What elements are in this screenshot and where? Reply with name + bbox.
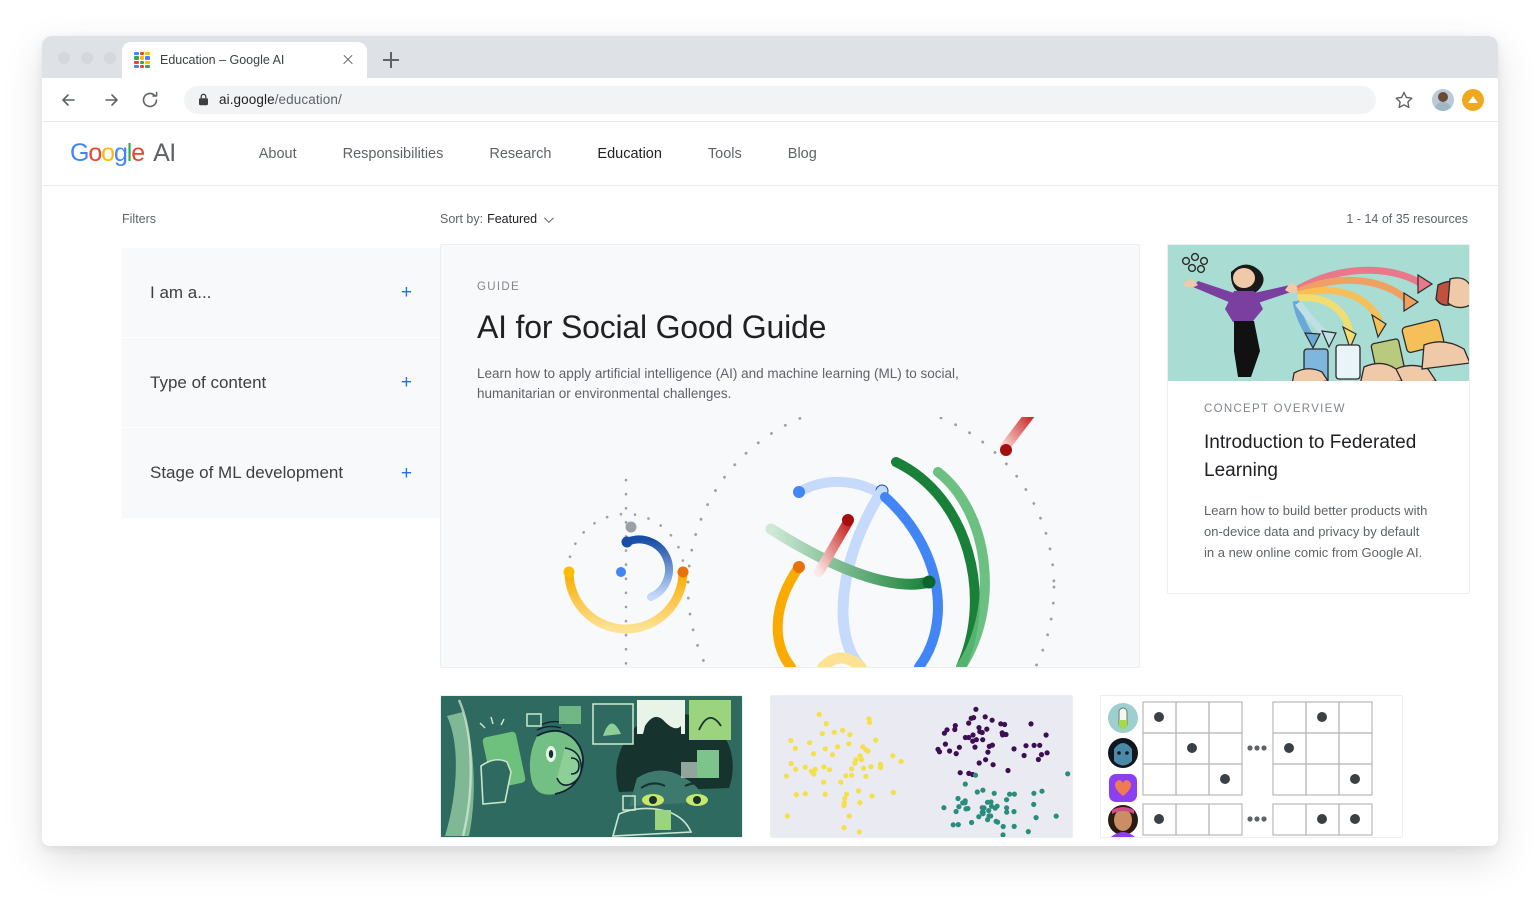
back-arrow-icon[interactable] xyxy=(56,86,84,114)
address-bar[interactable]: ai.google/education/ xyxy=(184,85,1376,114)
green-people-phones-illustration xyxy=(441,696,742,837)
featured-card-eyebrow: GUIDE xyxy=(477,281,520,293)
chevron-down-icon xyxy=(544,212,554,223)
featured-card-body: GUIDE AI for Social Good Guide Learn how… xyxy=(441,245,1139,405)
nav-item-blog[interactable]: Blog xyxy=(765,146,840,162)
scatter-plot-clusters-illustration xyxy=(771,696,1072,837)
featured-card-title: AI for Social Good Guide xyxy=(477,309,827,345)
page-body: Filters I am a... + Type of content + St… xyxy=(42,186,1498,838)
filter-label: Type of content xyxy=(150,372,267,392)
page-content: Google AI About Responsibilities Researc… xyxy=(42,122,1498,846)
side-card-eyebrow: CONCEPT OVERVIEW xyxy=(1204,403,1346,415)
filter-i-am-a[interactable]: I am a... + xyxy=(122,248,440,338)
card-row2-people-phones[interactable] xyxy=(440,695,743,838)
cards-row-1: GUIDE AI for Social Good Guide Learn how… xyxy=(440,244,1470,668)
filters-heading: Filters xyxy=(122,212,157,226)
results-count: 1 - 14 of 35 resources xyxy=(1346,212,1468,226)
nav-item-about[interactable]: About xyxy=(236,146,320,162)
card-introduction-to-federated-learning[interactable]: CONCEPT OVERVIEW Introduction to Federat… xyxy=(1167,244,1470,595)
featured-card-description: Learn how to apply artificial intelligen… xyxy=(477,366,959,402)
results-header: Sort by: Featured 1 - 14 of 35 resources xyxy=(440,212,1470,226)
expand-plus-icon[interactable]: + xyxy=(401,283,412,302)
card-row2-avatars-grid[interactable] xyxy=(1100,695,1403,838)
ai-wordmark: AI xyxy=(153,139,176,167)
forward-arrow-icon[interactable] xyxy=(96,86,124,114)
expand-plus-icon[interactable]: + xyxy=(401,464,412,483)
window-traffic-lights xyxy=(58,52,116,64)
sort-by-value: Featured xyxy=(487,212,538,226)
cards-row-2 xyxy=(440,695,1470,838)
filter-type-of-content[interactable]: Type of content + xyxy=(122,338,440,428)
federated-learning-comic-illustration xyxy=(1168,245,1469,381)
browser-toolbar: ai.google/education/ xyxy=(42,78,1498,122)
side-card-title: Introduction to Federated Learning xyxy=(1204,432,1417,481)
card-ai-for-social-good-guide[interactable]: GUIDE AI for Social Good Guide Learn how… xyxy=(440,244,1140,668)
expand-plus-icon[interactable]: + xyxy=(401,373,412,392)
site-nav-items: About Responsibilities Research Educatio… xyxy=(236,146,840,162)
new-tab-button[interactable] xyxy=(379,48,403,72)
nav-item-research[interactable]: Research xyxy=(466,146,574,162)
sort-by-label: Sort by: xyxy=(440,212,484,226)
site-navigation: Google AI About Responsibilities Researc… xyxy=(42,122,1498,186)
card-row2-scatter-plot[interactable] xyxy=(770,695,1073,838)
sort-by-dropdown[interactable]: Sort by: Featured xyxy=(440,212,554,226)
filter-group: I am a... + Type of content + Stage of M… xyxy=(122,248,440,518)
lock-icon xyxy=(198,93,209,106)
avatars-grid-matrix-illustration xyxy=(1101,696,1402,837)
filters-sidebar: Filters I am a... + Type of content + St… xyxy=(70,212,440,838)
results-column: Sort by: Featured 1 - 14 of 35 resources … xyxy=(440,212,1470,838)
side-card-description: Learn how to build better products with … xyxy=(1204,503,1428,561)
nav-item-tools[interactable]: Tools xyxy=(685,146,765,162)
minimize-window-button[interactable] xyxy=(81,52,93,64)
filter-label: I am a... xyxy=(150,282,212,302)
close-tab-icon[interactable] xyxy=(339,51,357,69)
browser-tab[interactable]: Education – Google AI xyxy=(122,42,367,78)
maximize-window-button[interactable] xyxy=(104,52,116,64)
browser-window: Education – Google AI ai.google/educatio… xyxy=(42,36,1498,846)
side-card-body: CONCEPT OVERVIEW Introduction to Federat… xyxy=(1168,381,1469,593)
filter-stage-of-ml-development[interactable]: Stage of ML development + xyxy=(122,428,440,518)
google-ai-orbit-arcs-illustration xyxy=(441,417,1139,667)
browser-tab-title: Education – Google AI xyxy=(160,53,285,67)
profile-avatar[interactable] xyxy=(1432,88,1454,111)
google-ai-logo[interactable]: Google AI xyxy=(70,139,176,168)
address-bar-url: ai.google/education/ xyxy=(219,92,342,107)
bookmark-star-icon[interactable] xyxy=(1390,86,1418,114)
close-window-button[interactable] xyxy=(58,52,70,64)
filter-label: Stage of ML development xyxy=(150,463,344,482)
reload-icon[interactable] xyxy=(136,86,164,114)
google-wordmark: Google xyxy=(70,139,145,167)
google-ai-dots-favicon xyxy=(134,52,150,68)
browser-tab-strip: Education – Google AI xyxy=(42,36,1498,78)
nav-item-responsibilities[interactable]: Responsibilities xyxy=(320,146,467,162)
update-arrow-icon[interactable] xyxy=(1462,88,1484,111)
nav-item-education[interactable]: Education xyxy=(574,146,685,162)
